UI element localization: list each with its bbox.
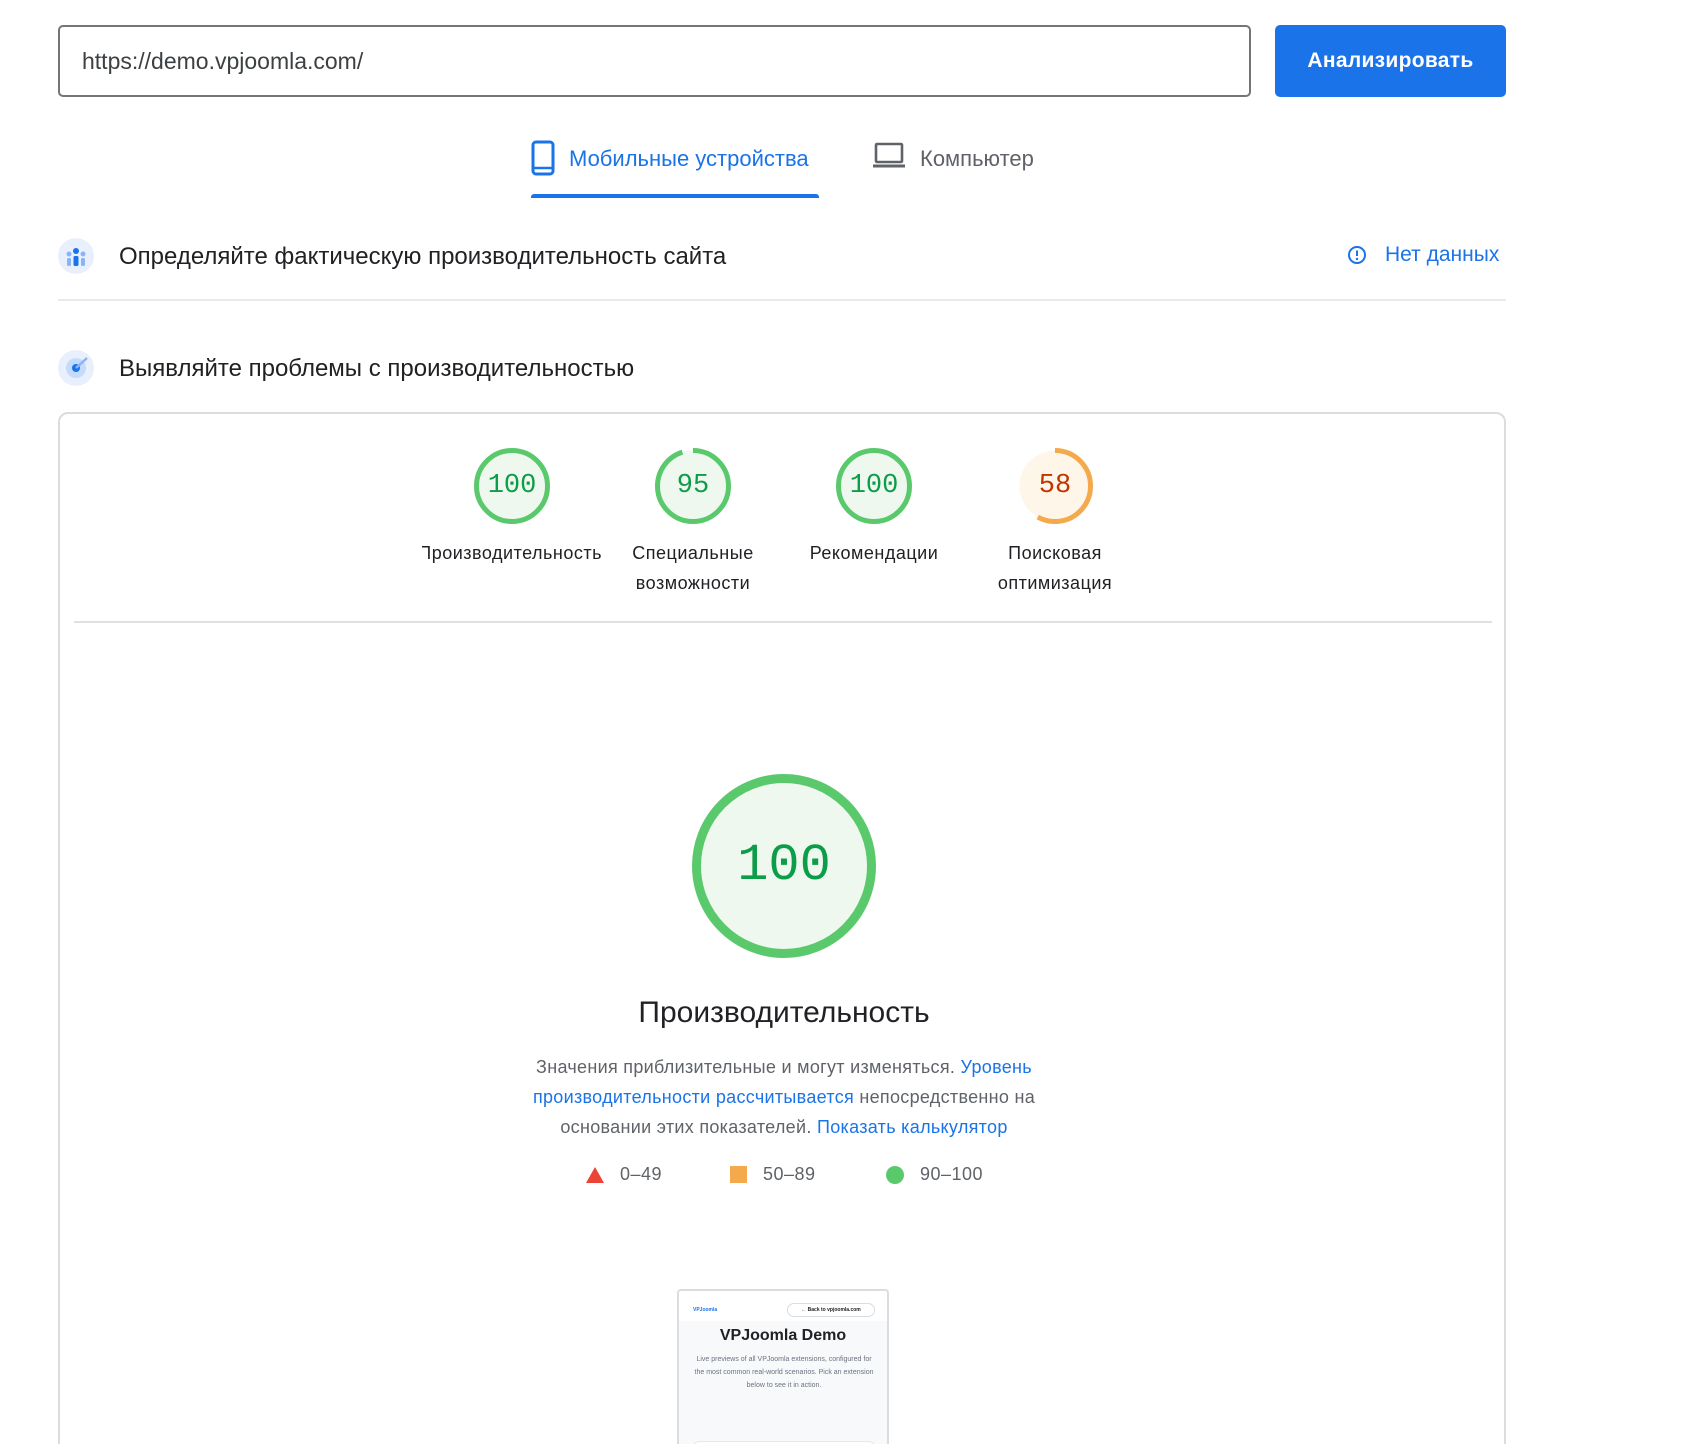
triangle-icon (586, 1166, 604, 1183)
tab-mobile-label: Мобильные устройства (569, 146, 809, 171)
lab-data-icon (58, 350, 94, 386)
gauge-label: Рекомендации (809, 543, 939, 563)
gauge-score: 58 (1038, 471, 1072, 501)
laptop-icon (873, 142, 905, 168)
lab-data-title: Выявляйте проблемы с производительностью (119, 355, 635, 382)
section-divider (58, 299, 1506, 301)
thumb-text: Live previews of all VPJoomla extensions… (694, 1356, 874, 1389)
legend-item-pass: 90–100 (886, 1164, 983, 1185)
legend-item-average: 50–89 (730, 1164, 816, 1185)
performance-title: Производительность (638, 996, 930, 1029)
smartphone-icon (531, 140, 555, 176)
legend-range: 50–89 (763, 1164, 816, 1184)
show-calculator-link[interactable]: Показать калькулятор (817, 1117, 1008, 1137)
analyze-button[interactable]: Анализировать (1275, 25, 1506, 97)
circle-icon (886, 1165, 904, 1184)
tab-desktop[interactable]: Компьютер (872, 140, 1034, 200)
performance-description: Значения приблизительные и могут изменят… (494, 1052, 1074, 1142)
tab-mobile[interactable]: Мобильные устройства (531, 140, 809, 200)
thumb-header: VPJoomla ← Back to vpjoomla.com (679, 1291, 887, 1321)
info-icon (1348, 246, 1366, 264)
report-card: 100 Производительность 95 Специальные во… (58, 412, 1506, 1444)
gauge-label: Специальные возможности (632, 543, 754, 593)
gauge-score: 95 (676, 471, 710, 501)
field-data-icon (58, 238, 94, 274)
thumb-back-link: ← Back to vpjoomla.com (787, 1303, 875, 1317)
active-tab-indicator (531, 194, 819, 198)
legend-range: 0–49 (620, 1164, 663, 1184)
url-input[interactable] (58, 25, 1251, 97)
square-icon (730, 1166, 747, 1183)
field-data-title: Определяйте фактическую производительнос… (119, 243, 727, 270)
gauge-score: 100 (487, 471, 537, 501)
legend-range: 90–100 (920, 1164, 984, 1184)
desc-text-1: Значения приблизительные и могут изменят… (536, 1057, 956, 1077)
legend-item-fail: 0–49 (586, 1164, 662, 1185)
gauge-score: 100 (849, 471, 899, 501)
tab-desktop-label: Компьютер (920, 146, 1034, 171)
page: Анализировать Мобильные устройства Компь… (0, 0, 1690, 1444)
gauge-label: Производительность (422, 543, 602, 563)
no-data-label: Нет данных (1385, 243, 1500, 266)
thumb-logo: VPJoomla (693, 1307, 718, 1313)
card-divider (74, 621, 1492, 623)
gauge-label: Поисковая оптимизация (997, 543, 1113, 593)
performance-score: 100 (737, 836, 831, 895)
page-screenshot-thumbnail: VPJoomla ← Back to vpjoomla.com VPJoomla… (677, 1289, 889, 1444)
thumb-title: VPJoomla Demo (719, 1327, 847, 1344)
no-data-link[interactable]: Нет данных (1347, 243, 1499, 267)
